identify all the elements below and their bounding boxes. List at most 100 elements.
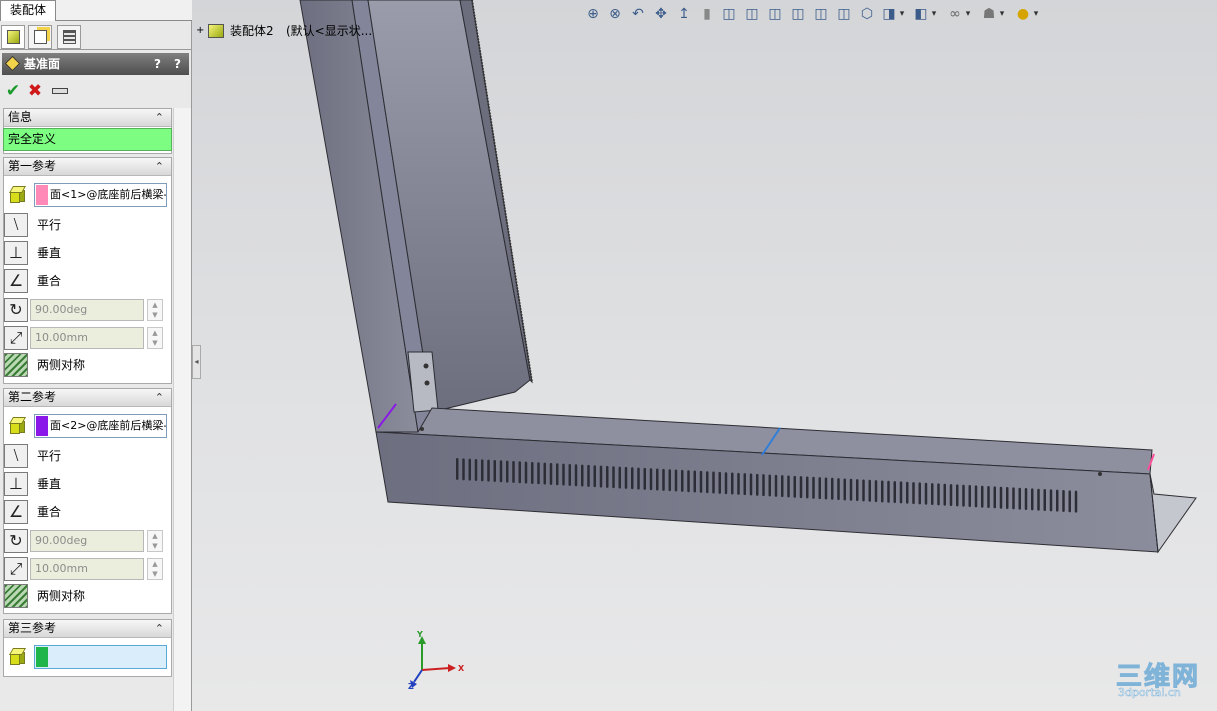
perpendicular-icon[interactable]: ⊥ — [4, 241, 28, 265]
parallel-icon[interactable]: ⧵ — [4, 213, 28, 237]
symmetric-option[interactable]: 两侧对称 — [4, 353, 164, 377]
vent-slot — [468, 458, 471, 481]
vent-slot — [499, 460, 503, 483]
collapse-chevron-icon[interactable]: ⌃ — [155, 158, 164, 175]
collapse-chevron-icon[interactable]: ⌃ — [155, 109, 164, 126]
vent-slot — [768, 474, 771, 497]
isometric-view-icon[interactable]: ⬡ — [858, 4, 876, 24]
distance-spinner[interactable]: ▲ ▼ — [147, 327, 163, 349]
second-reference-field[interactable]: 面<2>@底座前后横梁- — [34, 414, 167, 438]
coincident-option[interactable]: ∠ 重合 — [4, 269, 164, 293]
property-manager-title: 基准面 — [24, 57, 61, 71]
vent-slot — [818, 477, 821, 500]
perpendicular-option[interactable]: ⊥ 垂直 — [4, 241, 164, 265]
back-view-icon[interactable]: ◫ — [743, 4, 761, 24]
coincident-icon[interactable]: ∠ — [4, 500, 28, 524]
vent-slot — [618, 466, 621, 489]
distance-icon[interactable]: ⤢ — [4, 557, 28, 581]
front-view-icon[interactable]: ◫ — [720, 4, 738, 24]
symmetric-option[interactable]: 两侧对称 — [4, 584, 164, 608]
chevron-down-icon[interactable]: ▾ — [998, 4, 1006, 24]
info-group-header[interactable]: 信息 ⌃ — [4, 109, 171, 127]
featuremanager-tab[interactable] — [1, 25, 25, 49]
panel-splitter-handle[interactable]: ◂ — [192, 345, 201, 379]
vent-slot — [918, 482, 921, 505]
distance-input[interactable]: 10.00mm — [30, 558, 144, 580]
vent-slot — [737, 472, 740, 495]
angle-icon[interactable]: ↻ — [4, 529, 28, 553]
vertical-channel-part[interactable] — [299, 0, 533, 434]
distance-input[interactable]: 10.00mm — [30, 327, 144, 349]
chevron-down-icon[interactable]: ▾ — [930, 4, 938, 24]
vent-slot — [887, 480, 890, 503]
first-reference-field[interactable]: 面<1>@底座前后横梁- — [34, 183, 167, 207]
right-view-icon[interactable]: ◫ — [789, 4, 807, 24]
reference-color-swatch — [36, 416, 48, 436]
bottom-view-icon[interactable]: ◫ — [835, 4, 853, 24]
collapse-chevron-icon[interactable]: ⌃ — [155, 389, 164, 406]
panel-scrollbar[interactable] — [173, 108, 191, 711]
rotate-icon[interactable]: ↥ — [675, 4, 693, 24]
second-reference-header[interactable]: 第二参考 ⌃ — [4, 389, 171, 407]
vent-slot — [1068, 490, 1071, 513]
cancel-button[interactable]: ✖ — [26, 82, 44, 100]
parallel-option[interactable]: ⧵ 平行 — [4, 444, 164, 468]
chevron-down-icon[interactable]: ▾ — [964, 4, 972, 24]
vent-slot — [549, 462, 553, 485]
chevron-down-icon[interactable]: ▾ — [1032, 4, 1040, 24]
base-beam-part[interactable] — [375, 403, 1197, 554]
parallel-option[interactable]: ⧵ 平行 — [4, 213, 164, 237]
vent-slot — [481, 459, 484, 482]
hide-show-items-icon[interactable]: ∞ — [946, 4, 964, 24]
edit-appearance-icon[interactable]: ☗ — [980, 4, 998, 24]
left-view-icon[interactable]: ◫ — [766, 4, 784, 24]
vent-slot — [518, 461, 521, 484]
previous-view-icon[interactable]: ↶ — [629, 4, 647, 24]
apply-scene-icon[interactable]: ● — [1014, 4, 1032, 24]
view-orientation-icon[interactable]: ◨ — [880, 4, 898, 24]
vent-slot — [543, 462, 546, 485]
section-view-icon[interactable]: ▮ — [698, 4, 716, 24]
expand-icon[interactable]: + — [196, 22, 204, 40]
angle-spinner[interactable]: ▲ ▼ — [147, 530, 163, 552]
perpendicular-option[interactable]: ⊥ 垂直 — [4, 472, 164, 496]
distance-icon[interactable]: ⤢ — [4, 326, 28, 350]
first-reference-header[interactable]: 第一参考 ⌃ — [4, 158, 171, 176]
configurationmanager-tab[interactable] — [57, 25, 81, 49]
top-view-icon[interactable]: ◫ — [812, 4, 830, 24]
angle-spinner[interactable]: ▲ ▼ — [147, 299, 163, 321]
coincident-option[interactable]: ∠ 重合 — [4, 500, 164, 524]
vent-slot — [487, 459, 490, 482]
vent-slot — [1056, 489, 1059, 512]
distance-spinner[interactable]: ▲ ▼ — [147, 558, 163, 580]
whats-wrong-help-button[interactable]: ? — [154, 53, 161, 75]
angle-icon[interactable]: ↻ — [4, 298, 28, 322]
vent-slot — [943, 483, 946, 506]
third-reference-header[interactable]: 第三参考 ⌃ — [4, 620, 171, 638]
assembly-name[interactable]: 装配体2 — [230, 22, 274, 40]
ok-button[interactable]: ✔ — [4, 82, 22, 100]
zoom-to-area-icon[interactable]: ⊗ — [606, 4, 624, 24]
confirm-row: ✔ ✖ — [4, 82, 184, 102]
pushpin-icon[interactable] — [52, 88, 68, 94]
vent-slot — [493, 459, 496, 482]
vent-slot — [718, 471, 721, 494]
model-view[interactable] — [192, 0, 1217, 711]
document-tab[interactable]: 装配体 — [0, 0, 56, 21]
zoom-to-fit-icon[interactable]: ⊕ — [584, 4, 602, 24]
third-reference-field[interactable] — [34, 645, 167, 669]
angle-input[interactable]: 90.00deg — [30, 530, 144, 552]
propertymanager-tab[interactable] — [28, 25, 52, 49]
parallel-icon[interactable]: ⧵ — [4, 444, 28, 468]
perpendicular-icon[interactable]: ⊥ — [4, 472, 28, 496]
graphics-area[interactable]: ⊕ ⊗ ↶ ✥ ↥ ▮ ◫ ◫ ◫ ◫ ◫ ◫ ⬡ ◨ ▾ ◧ ▾ ∞ ▾ ☗ … — [192, 0, 1217, 711]
collapse-chevron-icon[interactable]: ⌃ — [155, 620, 164, 637]
chevron-down-icon[interactable]: ▾ — [898, 4, 906, 24]
pan-icon[interactable]: ✥ — [652, 4, 670, 24]
coincident-icon[interactable]: ∠ — [4, 269, 28, 293]
symmetric-icon[interactable] — [4, 353, 28, 377]
symmetric-icon[interactable] — [4, 584, 28, 608]
angle-input[interactable]: 90.00deg — [30, 299, 144, 321]
help-button[interactable]: ? — [174, 53, 181, 75]
display-style-icon[interactable]: ◧ — [912, 4, 930, 24]
